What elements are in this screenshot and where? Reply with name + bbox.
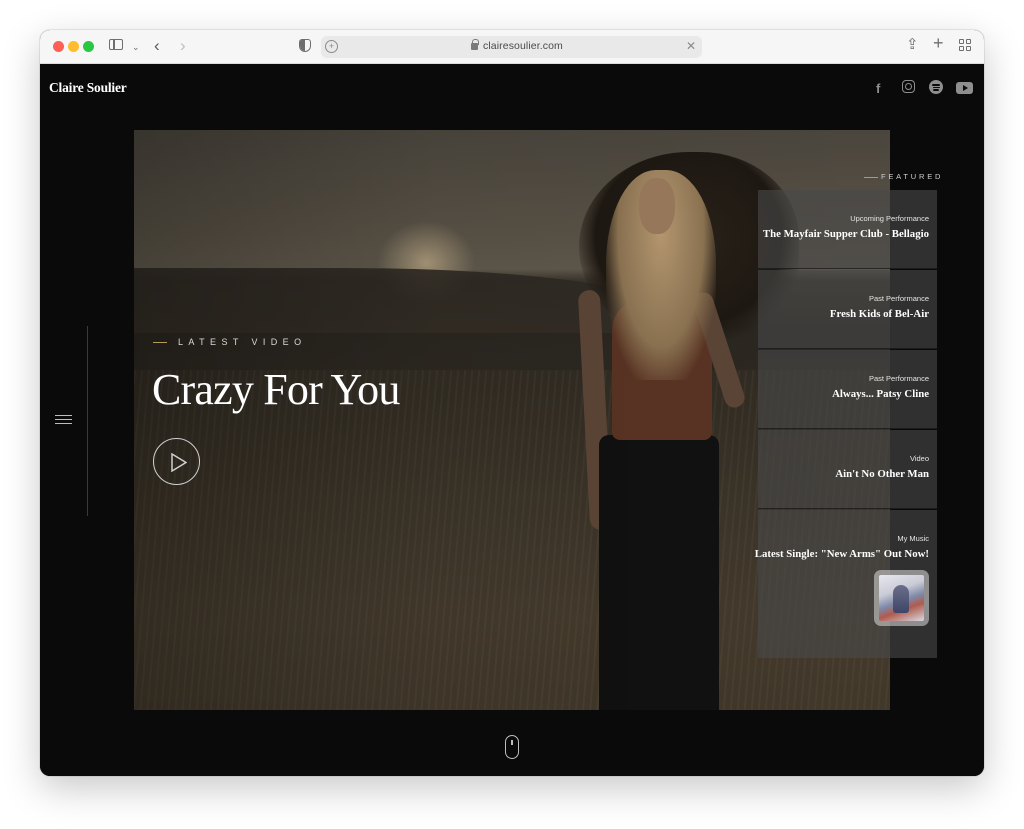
- featured-title[interactable]: Ain't No Other Man: [835, 468, 929, 480]
- web-page: Claire Soulier f LATEST VIDEO Crazy For …: [40, 64, 984, 776]
- instagram-icon[interactable]: [902, 80, 915, 93]
- url-text[interactable]: clairesoulier.com: [483, 40, 563, 52]
- hamburger-menu-icon[interactable]: [55, 415, 72, 425]
- close-icon[interactable]: ✕: [686, 39, 696, 53]
- featured-category: Video: [909, 454, 929, 463]
- featured-item[interactable]: My Music Latest Single: "New Arms" Out N…: [755, 510, 937, 658]
- youtube-icon[interactable]: [956, 82, 973, 94]
- spotify-icon[interactable]: [929, 80, 943, 94]
- browser-window: ⌄ ‹ › + clairesoulier.com ✕ ⇪ + Claire S…: [40, 30, 984, 776]
- shield-icon[interactable]: [299, 39, 311, 52]
- featured-label: FEATURED: [881, 172, 944, 181]
- scroll-mouse-icon[interactable]: [505, 735, 519, 759]
- facebook-icon[interactable]: f: [876, 81, 880, 96]
- featured-title[interactable]: The Mayfair Supper Club - Bellagio: [763, 228, 929, 240]
- album-art-image: [879, 575, 924, 621]
- browser-toolbar: ⌄ ‹ › + clairesoulier.com ✕ ⇪ +: [40, 30, 984, 64]
- featured-title[interactable]: Latest Single: "New Arms" Out Now!: [755, 548, 929, 560]
- plus-icon[interactable]: +: [933, 34, 944, 52]
- featured-category: Upcoming Performance: [850, 214, 929, 223]
- latest-video-label: LATEST VIDEO: [178, 337, 307, 347]
- featured-item[interactable]: Past Performance Always... Patsy Cline: [758, 350, 937, 429]
- featured-rule: [864, 177, 878, 178]
- site-logo[interactable]: Claire Soulier: [49, 80, 127, 96]
- menu-divider: [87, 326, 88, 516]
- featured-title[interactable]: Always... Patsy Cline: [832, 388, 929, 400]
- address-bar[interactable]: + clairesoulier.com ✕: [321, 36, 702, 58]
- featured-item[interactable]: Video Ain't No Other Man: [758, 430, 937, 509]
- eyebrow-rule: [153, 342, 167, 343]
- chevron-down-icon[interactable]: ⌄: [132, 40, 140, 55]
- lock-icon: [471, 39, 479, 50]
- back-icon[interactable]: ‹: [154, 37, 160, 54]
- tab-overview-icon[interactable]: [959, 39, 971, 51]
- featured-category: Past Performance: [868, 294, 929, 303]
- play-button[interactable]: [153, 438, 200, 485]
- featured-panel: Upcoming Performance The Mayfair Supper …: [755, 190, 937, 658]
- close-window-button[interactable]: [53, 41, 64, 52]
- featured-category: My Music: [897, 534, 929, 543]
- featured-item[interactable]: Past Performance Fresh Kids of Bel-Air: [758, 270, 937, 349]
- share-icon[interactable]: ⇪: [906, 37, 919, 52]
- extension-icon[interactable]: +: [325, 40, 338, 53]
- sidebar-icon[interactable]: [109, 39, 123, 50]
- album-cover[interactable]: [874, 570, 929, 626]
- play-icon: [171, 453, 187, 472]
- featured-category: Past Performance: [868, 374, 929, 383]
- featured-title[interactable]: Fresh Kids of Bel-Air: [830, 308, 929, 320]
- featured-item[interactable]: Upcoming Performance The Mayfair Supper …: [758, 190, 937, 269]
- forward-icon[interactable]: ›: [180, 37, 186, 54]
- zoom-window-button[interactable]: [83, 41, 94, 52]
- video-title[interactable]: Crazy For You: [152, 364, 400, 415]
- minimize-window-button[interactable]: [68, 41, 79, 52]
